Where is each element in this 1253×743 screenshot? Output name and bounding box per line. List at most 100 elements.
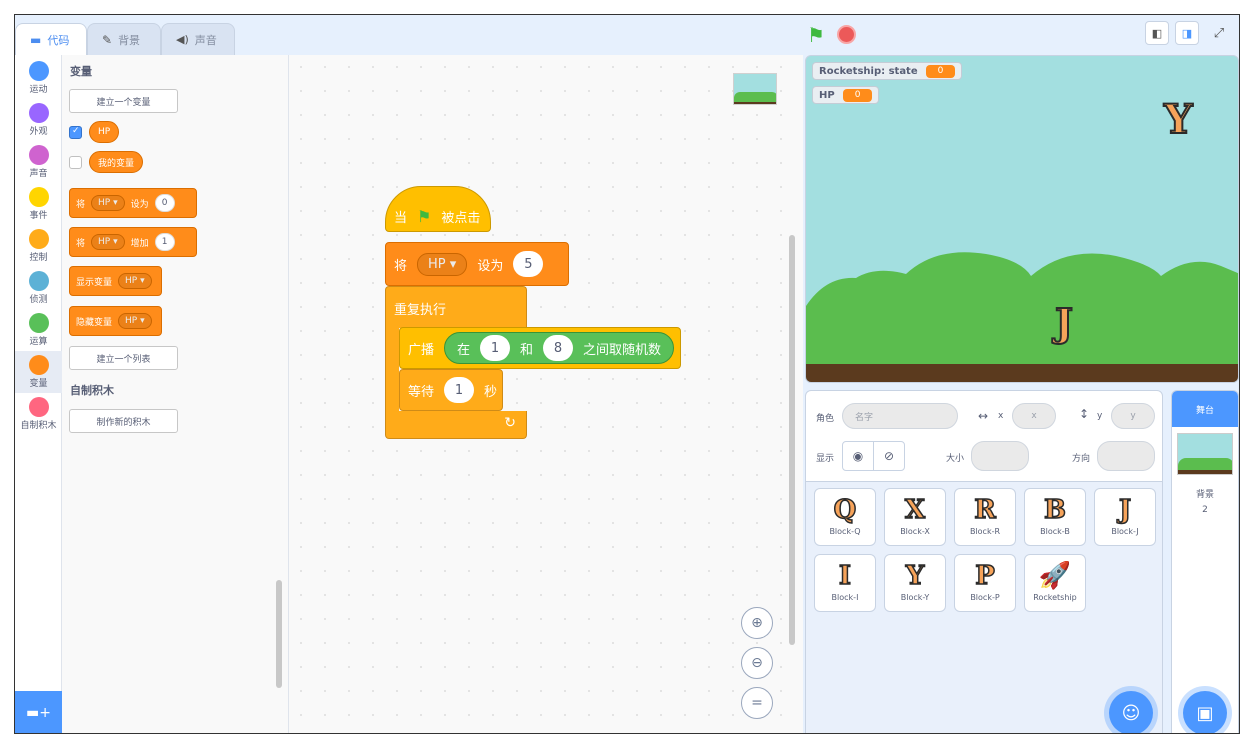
- make-block-button[interactable]: 制作新的积木: [69, 409, 178, 433]
- make-variable-button[interactable]: 建立一个变量: [69, 89, 178, 113]
- sprite-tile[interactable]: P Block-P: [954, 554, 1016, 612]
- category-7[interactable]: 变量: [15, 351, 62, 393]
- category-0[interactable]: 运动: [15, 57, 62, 99]
- random-operator[interactable]: 在 1 和 8 之间取随机数: [444, 332, 675, 364]
- hide-var-dropdown[interactable]: HP ▾: [118, 313, 152, 329]
- sprite-tile[interactable]: 🚀 Rocketship: [1024, 554, 1086, 612]
- category-1[interactable]: 外观: [15, 99, 62, 141]
- category-5[interactable]: 侦测: [15, 267, 62, 309]
- script-set-var-dropdown[interactable]: HP ▾: [417, 252, 468, 276]
- script-set-value[interactable]: 5: [513, 251, 544, 277]
- my-variable-reporter[interactable]: 我的变量: [89, 151, 144, 173]
- set-verb: 设为: [130, 199, 149, 210]
- palette-scrollbar[interactable]: [276, 580, 282, 688]
- brush-icon: ✎: [102, 32, 113, 47]
- fullscreen-button[interactable]: ⤢: [1207, 21, 1231, 45]
- category-label: 运算: [29, 337, 48, 347]
- random-from[interactable]: 1: [480, 335, 511, 361]
- zoom-out-button[interactable]: ⊖: [741, 647, 773, 679]
- category-8[interactable]: 自制积木: [15, 393, 62, 435]
- choose-sprite-button[interactable]: ☺: [1109, 691, 1153, 733]
- category-dot-icon: [28, 61, 49, 81]
- large-stage-button[interactable]: ◨: [1175, 21, 1199, 45]
- show-sprite-button[interactable]: ◉: [842, 441, 874, 471]
- hide-variable-block[interactable]: 隐藏变量 HP ▾: [69, 306, 162, 336]
- category-label: 侦测: [29, 295, 48, 305]
- hat-clicked: 被点击: [441, 210, 481, 226]
- stage-selector[interactable]: 舞台 背景 2: [1171, 390, 1239, 733]
- wait-value[interactable]: 1: [444, 377, 475, 403]
- random-and: 和: [520, 342, 534, 358]
- category-4[interactable]: 控制: [15, 225, 62, 267]
- tab-sounds[interactable]: ◀) 声音: [161, 23, 235, 55]
- broadcast-block[interactable]: 广播 在 1 和 8 之间取随机数: [399, 327, 681, 369]
- sprite-y-on-stage[interactable]: Y: [1163, 95, 1194, 144]
- wait-unit: 秒: [484, 384, 498, 400]
- sprite-j-on-stage[interactable]: J: [1054, 299, 1074, 346]
- when-flag-clicked-block[interactable]: 当 ⚑ 被点击: [385, 186, 491, 232]
- add-extension-button[interactable]: ▬+: [15, 691, 62, 733]
- green-flag-button[interactable]: ⚑: [807, 23, 825, 47]
- sprite-name: Block-P: [970, 593, 1000, 602]
- hp-reporter[interactable]: HP: [89, 121, 120, 143]
- code-scrollbar[interactable]: [789, 235, 795, 645]
- category-dot-icon: [28, 229, 49, 249]
- state-monitor-label: Rocketship: state: [819, 65, 918, 77]
- hide-sprite-button[interactable]: ⊘: [873, 441, 905, 471]
- show-label: 显示: [816, 454, 835, 464]
- set-value[interactable]: 0: [154, 194, 175, 212]
- sprite-tile[interactable]: J Block-J: [1094, 488, 1156, 546]
- random-to[interactable]: 8: [543, 335, 574, 361]
- sprite-glyph: Q: [833, 494, 857, 526]
- sprite-tile[interactable]: B Block-B: [1024, 488, 1086, 546]
- set-prefix: 将: [76, 199, 86, 210]
- zoom-in-button[interactable]: ⊕: [741, 607, 773, 639]
- sprite-tile[interactable]: Y Block-Y: [884, 554, 946, 612]
- backdrops-label: 背景: [1195, 490, 1214, 500]
- forever-block[interactable]: 重复执行: [385, 286, 527, 328]
- hp-checkbox[interactable]: ✓: [69, 126, 82, 139]
- zoom-in-icon: ⊕: [751, 615, 763, 631]
- sprite-name: Block-R: [969, 527, 1001, 536]
- stage[interactable]: Rocketship: state 0 HP 0 Y J: [805, 55, 1239, 383]
- show-var-dropdown[interactable]: HP ▾: [118, 273, 152, 289]
- tab-code[interactable]: ▬ 代码: [15, 23, 87, 56]
- tab-backdrops[interactable]: ✎ 背景: [87, 23, 161, 55]
- set-variable-block[interactable]: 将 HP ▾ 设为 0: [69, 188, 197, 218]
- direction-field[interactable]: [1097, 441, 1155, 471]
- set-var-dropdown[interactable]: HP ▾: [91, 195, 125, 211]
- sprite-thumbnail: [733, 73, 777, 105]
- change-value[interactable]: 1: [154, 233, 175, 251]
- stop-button[interactable]: [837, 25, 856, 44]
- change-var-dropdown[interactable]: HP ▾: [91, 234, 125, 250]
- sprite-name: Block-X: [900, 527, 930, 536]
- category-6[interactable]: 运算: [15, 309, 62, 351]
- small-stage-button[interactable]: ◧: [1145, 21, 1169, 45]
- zoom-reset-button[interactable]: =: [741, 687, 773, 719]
- sprite-tile[interactable]: R Block-R: [954, 488, 1016, 546]
- sprite-tile[interactable]: I Block-I: [814, 554, 876, 612]
- set-hp-block[interactable]: 将 HP ▾ 设为 5: [385, 242, 569, 286]
- code-area[interactable]: 当 ⚑ 被点击 将 HP ▾ 设为 5 重复执行 ↻ 广播 在 1 和 8 之间…: [289, 55, 803, 733]
- change-variable-block[interactable]: 将 HP ▾ 增加 1: [69, 227, 197, 257]
- random-label: 之间取随机数: [583, 342, 662, 358]
- change-var-name: HP: [98, 237, 111, 247]
- size-field[interactable]: [971, 441, 1029, 471]
- category-dot-icon: [28, 397, 49, 417]
- sprite-tile[interactable]: X Block-X: [884, 488, 946, 546]
- x-field[interactable]: x: [1012, 403, 1056, 429]
- my-variable-checkbox[interactable]: [69, 156, 82, 169]
- hp-monitor: HP 0: [812, 86, 880, 104]
- choose-backdrop-button[interactable]: ▣: [1183, 691, 1227, 733]
- category-3[interactable]: 事件: [15, 183, 62, 225]
- y-field[interactable]: y: [1111, 403, 1155, 429]
- category-2[interactable]: 声音: [15, 141, 62, 183]
- sprite-tile[interactable]: Q Block-Q: [814, 488, 876, 546]
- show-variable-block[interactable]: 显示变量 HP ▾: [69, 266, 162, 296]
- wait-block[interactable]: 等待 1 秒: [399, 369, 503, 411]
- sprite-name-field[interactable]: 名字: [842, 403, 958, 429]
- scratch-editor: ▬ 代码 ✎ 背景 ◀) 声音 运动 外观 声音 事件 控制 侦测 运算 变量 自制积木 ▬+ …: [14, 14, 1240, 734]
- make-list-button[interactable]: 建立一个列表: [69, 346, 178, 370]
- stage-selector-title: 舞台: [1172, 391, 1238, 427]
- hp-monitor-value: 0: [842, 88, 873, 102]
